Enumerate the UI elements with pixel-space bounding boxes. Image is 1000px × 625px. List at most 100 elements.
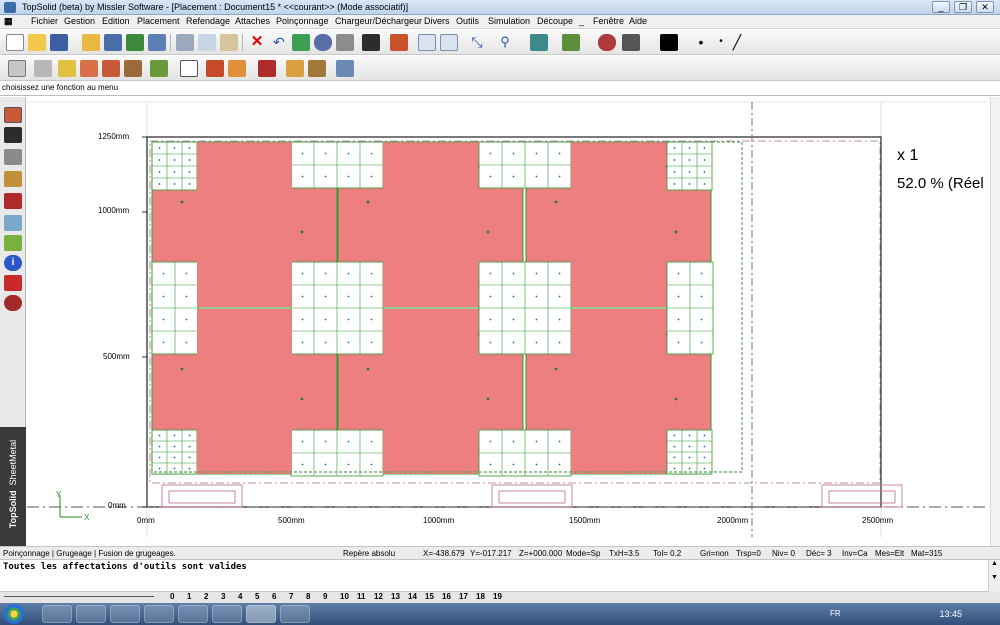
- close-button[interactable]: ✕: [976, 1, 994, 13]
- layer-5-button[interactable]: 5: [255, 592, 259, 601]
- globe-task-icon[interactable]: [212, 605, 242, 623]
- open-folder-icon[interactable]: [28, 34, 46, 51]
- brush-icon[interactable]: [336, 34, 354, 51]
- copy-part-icon[interactable]: [286, 60, 304, 77]
- layer-8-button[interactable]: 8: [306, 592, 310, 601]
- copy-icon[interactable]: [198, 34, 216, 51]
- menu-aide[interactable]: Aide: [629, 16, 647, 26]
- measure-icon[interactable]: [336, 60, 354, 77]
- line-style-icon[interactable]: •: [692, 34, 710, 51]
- media-task-icon[interactable]: [178, 605, 208, 623]
- sheet-tool-icon[interactable]: [4, 215, 22, 231]
- layer-10-button[interactable]: 10: [340, 592, 349, 601]
- nest-tool-icon[interactable]: [4, 107, 22, 123]
- render-icon[interactable]: [562, 34, 580, 51]
- sheet-icon[interactable]: [58, 60, 76, 77]
- program-task-icon[interactable]: [144, 605, 174, 623]
- menu-simulation[interactable]: Simulation: [488, 16, 530, 26]
- document-menu-icon[interactable]: ▦: [4, 16, 13, 27]
- layer-19-button[interactable]: 19: [493, 592, 502, 601]
- menu-edition[interactable]: Edition: [102, 16, 130, 26]
- layer-icon[interactable]: [390, 34, 408, 51]
- rotate-part-icon[interactable]: [308, 60, 326, 77]
- minimize-button[interactable]: _: [932, 1, 950, 13]
- layer-12-button[interactable]: 12: [374, 592, 383, 601]
- menu-divers[interactable]: Divers: [424, 16, 450, 26]
- layer-2-button[interactable]: 2: [204, 592, 208, 601]
- print-icon[interactable]: [176, 34, 194, 51]
- grid-tool-icon[interactable]: [4, 149, 22, 165]
- delete-icon[interactable]: ✕: [248, 34, 266, 51]
- layer-7-button[interactable]: 7: [289, 592, 293, 601]
- zoom-tool-icon[interactable]: [314, 34, 332, 51]
- redo-icon[interactable]: [292, 34, 310, 51]
- menu-refendage[interactable]: Refendage: [186, 16, 230, 26]
- paint-task-icon[interactable]: [280, 605, 310, 623]
- multi-nest-icon[interactable]: [124, 60, 142, 77]
- menu-gestion[interactable]: Gestion: [64, 16, 95, 26]
- explorer-task-icon[interactable]: [42, 605, 72, 623]
- layer-17-button[interactable]: 17: [459, 592, 468, 601]
- line-type-icon[interactable]: ╱: [728, 34, 746, 51]
- layer-4-button[interactable]: 4: [238, 592, 242, 601]
- select-icon[interactable]: [8, 60, 26, 77]
- material-icon[interactable]: [622, 34, 640, 51]
- color-swatch-icon[interactable]: [660, 34, 678, 51]
- bubbles-tool-icon[interactable]: [4, 295, 22, 311]
- language-indicator[interactable]: FR: [830, 609, 841, 618]
- properties-icon[interactable]: [104, 34, 122, 51]
- cursor-icon[interactable]: ⤡: [468, 34, 486, 51]
- topsolid-task-icon[interactable]: [246, 605, 276, 623]
- menu-attaches[interactable]: Attaches: [235, 16, 270, 26]
- window-hsplit-icon[interactable]: [440, 34, 458, 51]
- layer-18-button[interactable]: 18: [476, 592, 485, 601]
- new-file-icon[interactable]: [6, 34, 24, 51]
- tree-icon[interactable]: [126, 34, 144, 51]
- auto-nest-icon[interactable]: [102, 60, 120, 77]
- save-icon[interactable]: [50, 34, 68, 51]
- restore-button[interactable]: ❐: [954, 1, 972, 13]
- layer-3-button[interactable]: 3: [221, 592, 225, 601]
- undo-icon[interactable]: ↶: [270, 34, 288, 51]
- sheetmetal-tab[interactable]: TopSolid SheetMetal: [0, 427, 26, 546]
- nesting-icon[interactable]: [80, 60, 98, 77]
- layer-15-button[interactable]: 15: [425, 592, 434, 601]
- layer-16-button[interactable]: 16: [442, 592, 451, 601]
- vertical-scrollbar[interactable]: [990, 97, 1000, 546]
- menu-decoupe[interactable]: Découpe: [537, 16, 573, 26]
- menu-poinconnage[interactable]: Poinçonnage: [276, 16, 329, 26]
- punch-tool-icon[interactable]: [4, 127, 22, 143]
- menu-fichier[interactable]: Fichier: [31, 16, 58, 26]
- color-icon[interactable]: [598, 34, 616, 51]
- menu-chargeur[interactable]: Chargeur/Déchargeur: [335, 16, 422, 26]
- loader-tool-icon[interactable]: [4, 171, 22, 187]
- move-part-icon[interactable]: [228, 60, 246, 77]
- blank-sheet-icon[interactable]: [180, 60, 198, 77]
- menu-outils[interactable]: Outils: [456, 16, 479, 26]
- drawing-canvas[interactable]: Y X 1250mm 1000mm 500mm 0mm 0mm 500mm 10…: [27, 97, 1000, 546]
- menu-fenetre[interactable]: Fenêtre: [593, 16, 624, 26]
- print-preview-icon[interactable]: [148, 34, 166, 51]
- layer-14-button[interactable]: 14: [408, 592, 417, 601]
- remove-part-icon[interactable]: [258, 60, 276, 77]
- app-task-icon[interactable]: [110, 605, 140, 623]
- cut-tool-icon[interactable]: [4, 193, 22, 209]
- layer-6-button[interactable]: 6: [272, 592, 276, 601]
- ie-task-icon[interactable]: [76, 605, 106, 623]
- layer-1-button[interactable]: 1: [187, 592, 191, 601]
- view-fit-icon[interactable]: [530, 34, 548, 51]
- document-icon[interactable]: [82, 34, 100, 51]
- layer-0-button[interactable]: 0: [170, 592, 174, 601]
- layer-9-button[interactable]: 9: [323, 592, 327, 601]
- info-icon[interactable]: i: [4, 255, 22, 271]
- window-split-icon[interactable]: [418, 34, 436, 51]
- nest-list-icon[interactable]: [150, 60, 168, 77]
- paste-icon[interactable]: [220, 34, 238, 51]
- message-scrollbar[interactable]: ▲ ▼: [988, 560, 1000, 592]
- simulation-tool-icon[interactable]: [4, 275, 22, 291]
- zoom-icon[interactable]: ⚲: [496, 34, 514, 51]
- line-style-preview[interactable]: [4, 596, 154, 598]
- layer-11-button[interactable]: 11: [357, 592, 365, 601]
- drill-icon[interactable]: [362, 34, 380, 51]
- part-icon[interactable]: [34, 60, 52, 77]
